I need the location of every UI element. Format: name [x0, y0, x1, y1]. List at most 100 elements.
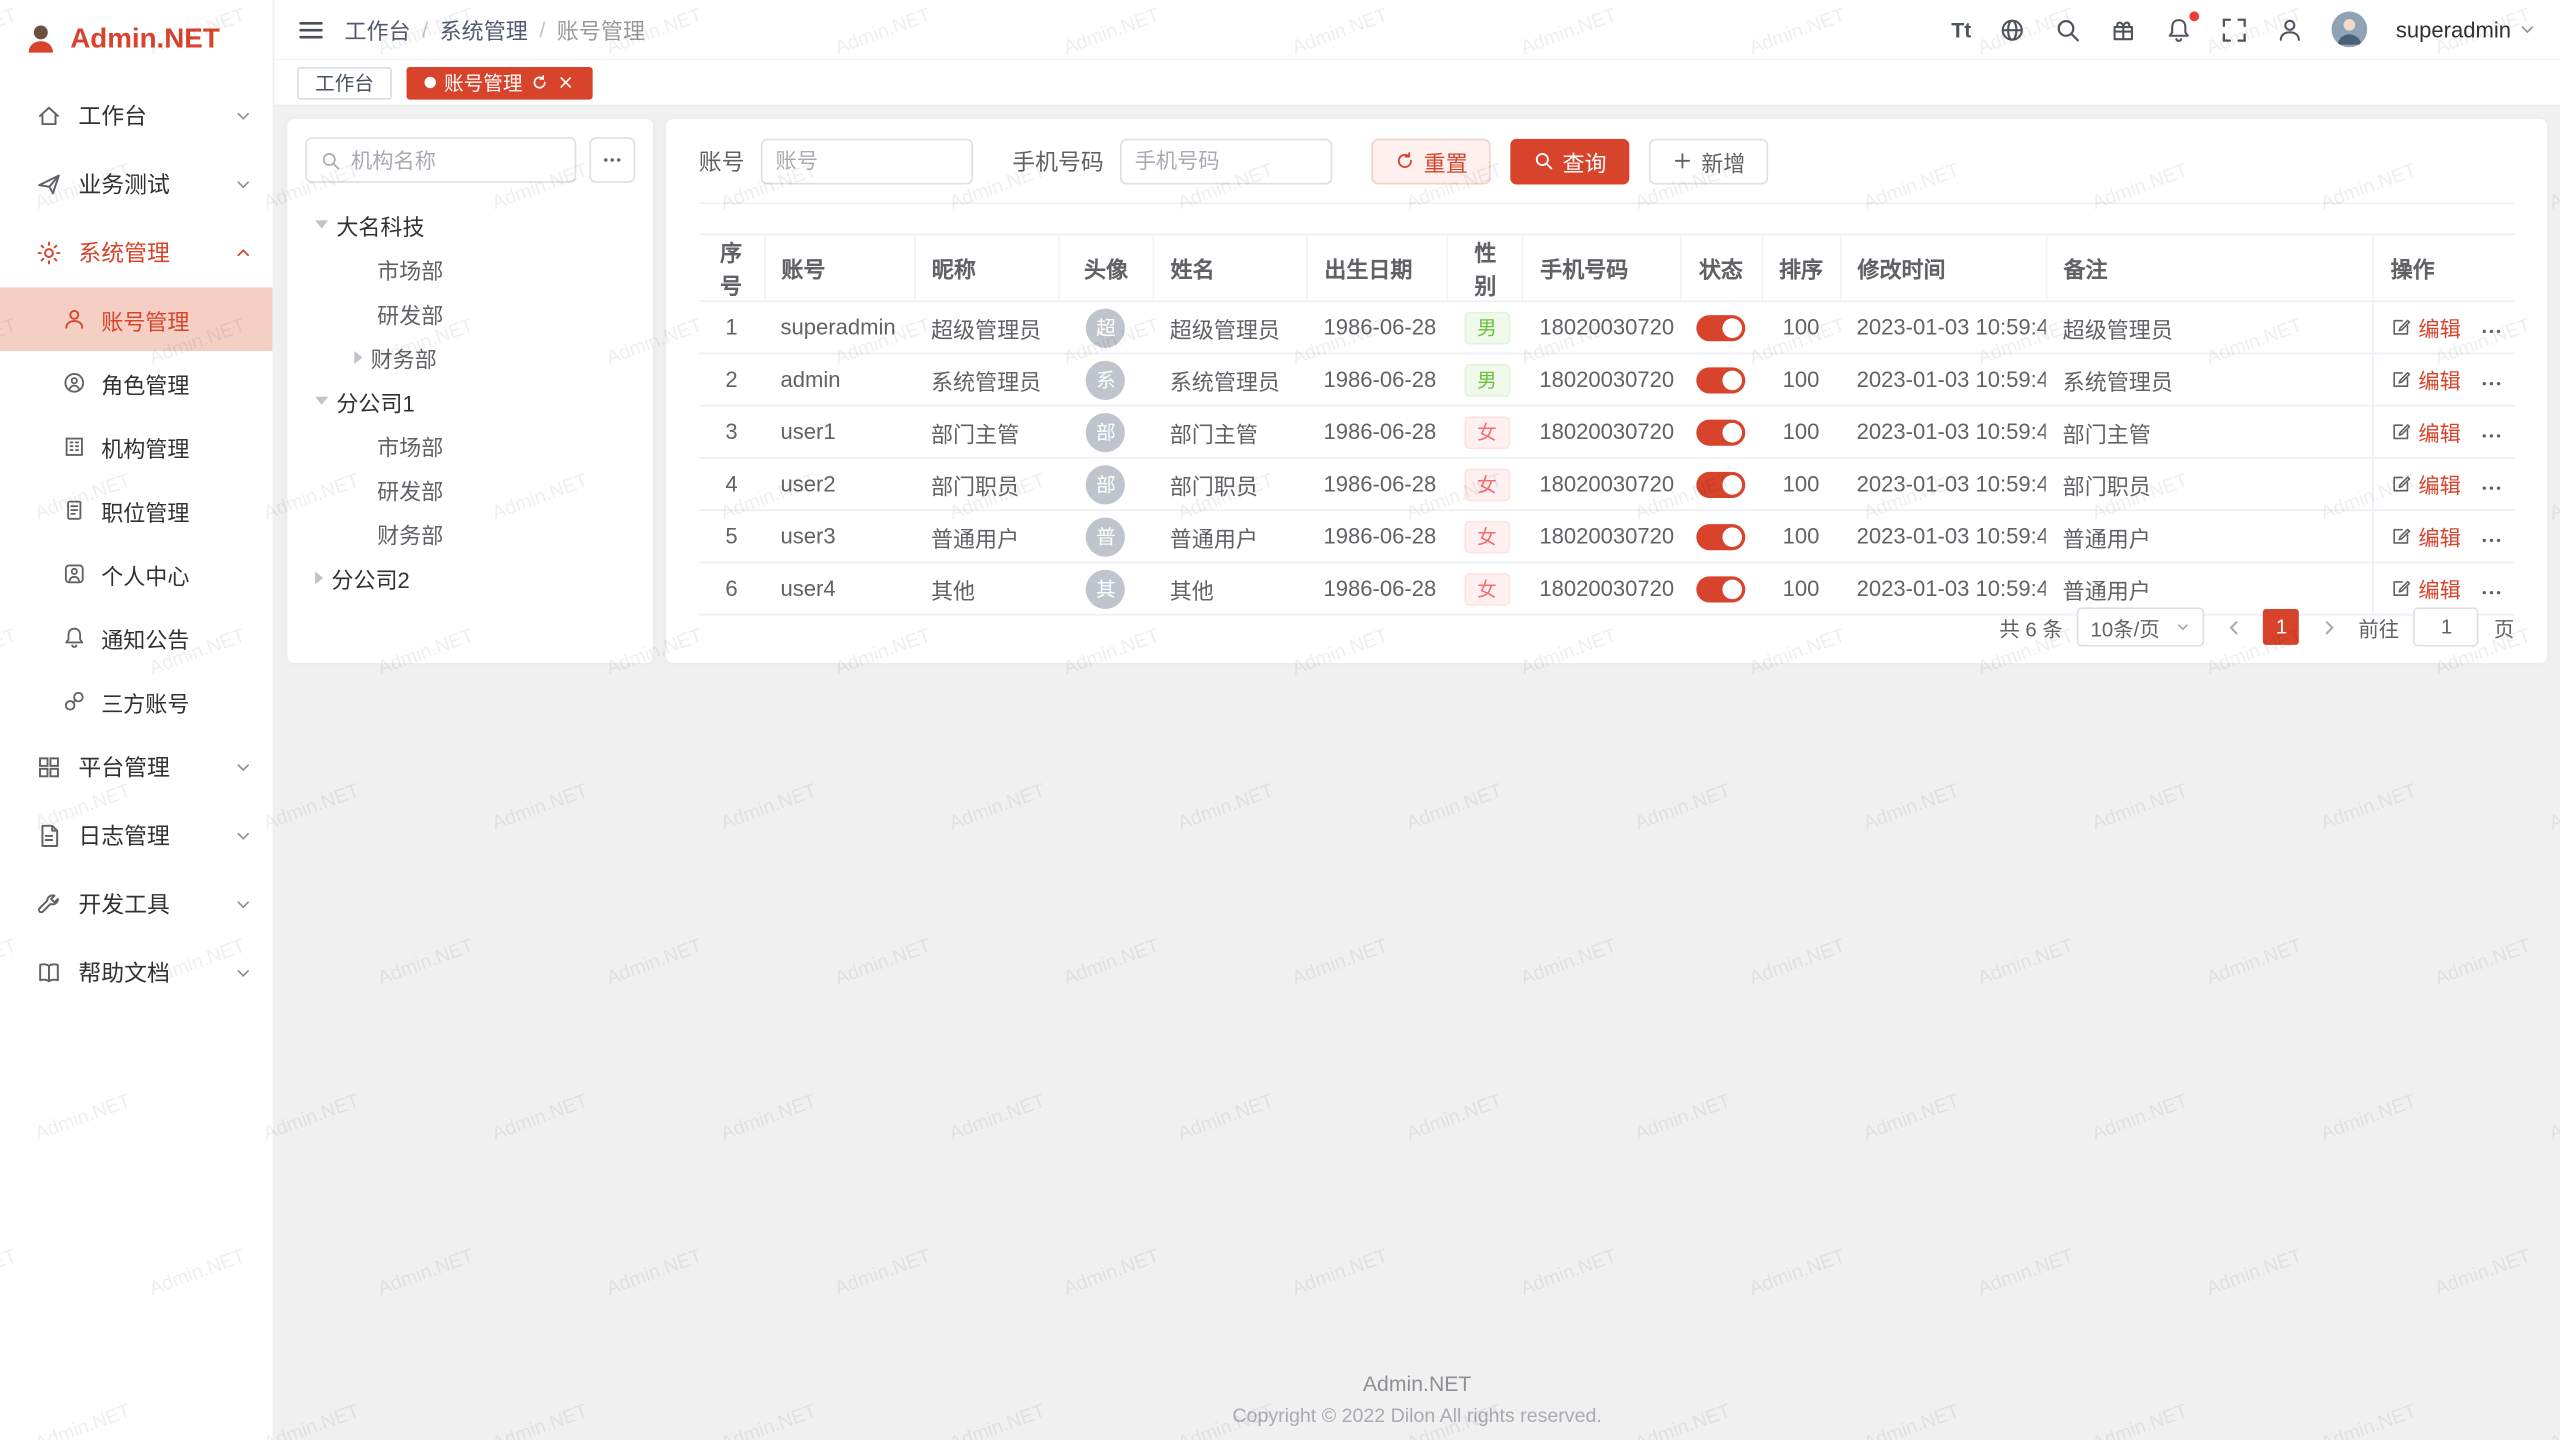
caret-right-icon[interactable]: [315, 571, 323, 584]
gift-icon[interactable]: [2110, 16, 2138, 44]
tree-node[interactable]: 市场部: [305, 247, 635, 291]
status-toggle[interactable]: [1696, 419, 1745, 445]
cell-no: 2: [699, 353, 764, 405]
cell-modified: 2023-01-03 10:59:44: [1840, 406, 2046, 458]
tree-node[interactable]: 财务部: [305, 511, 635, 555]
sidebar-item-org-mgmt[interactable]: 机构管理: [0, 415, 273, 479]
tree-node-label: 财务部: [371, 340, 437, 373]
tree-node[interactable]: 市场部: [305, 423, 635, 467]
globe-icon[interactable]: [1999, 16, 2027, 44]
edit-button[interactable]: 编辑: [2391, 520, 2461, 551]
search-icon: [320, 149, 341, 170]
goto-label: 前往: [2358, 611, 2399, 642]
prev-page-button[interactable]: [2220, 612, 2249, 641]
font-size-icon[interactable]: Tt: [1951, 16, 1971, 44]
cell-sex: 女: [1448, 406, 1523, 458]
cell-modified: 2023-01-03 10:59:44: [1840, 301, 2046, 353]
tree-node[interactable]: 研发部: [305, 467, 635, 511]
cell-sort: 100: [1762, 458, 1840, 510]
tree-node[interactable]: 大名科技: [305, 202, 635, 246]
caret-down-icon[interactable]: [315, 397, 328, 405]
more-actions-button[interactable]: [2480, 320, 2503, 343]
edit-button[interactable]: 编辑: [2391, 416, 2461, 447]
next-page-button[interactable]: [2314, 612, 2343, 641]
breadcrumb-item[interactable]: 工作台: [344, 13, 410, 46]
page-unit-label: 页: [2494, 611, 2514, 642]
sidebar-item-position-mgmt[interactable]: 职位管理: [0, 478, 273, 542]
caret-right-icon[interactable]: [354, 350, 362, 363]
cell-actions: 编辑: [2373, 458, 2514, 510]
status-toggle[interactable]: [1696, 576, 1745, 602]
more-actions-button[interactable]: [2480, 582, 2503, 605]
more-actions-button[interactable]: [2480, 425, 2503, 448]
tab-workbench[interactable]: 工作台: [297, 66, 392, 99]
goto-page-input[interactable]: [2414, 607, 2479, 646]
notification-bell-icon[interactable]: [2166, 16, 2194, 44]
search-icon[interactable]: [2055, 16, 2083, 44]
page-size-select[interactable]: 10条/页: [2078, 607, 2205, 646]
sidebar-item-third-party-account[interactable]: 三方账号: [0, 669, 273, 733]
account-label: 账号: [699, 144, 745, 177]
sidebar-menu: 工作台 业务测试 系统管理 账号管理: [0, 78, 273, 1007]
sidebar-item-account-mgmt[interactable]: 账号管理: [0, 287, 273, 351]
sidebar-item-platform-mgmt[interactable]: 平台管理: [0, 733, 273, 802]
logo-row: Admin.NET: [0, 0, 273, 78]
hamburger-menu-icon[interactable]: [297, 16, 325, 44]
tree-node[interactable]: 分公司1: [305, 379, 635, 423]
edit-button[interactable]: 编辑: [2391, 573, 2461, 604]
cell-name: 普通用户: [1153, 510, 1307, 562]
add-button[interactable]: 新增: [1649, 138, 1768, 184]
sidebar-item-help-docs[interactable]: 帮助文档: [0, 939, 273, 1008]
cell-avatar: 部: [1059, 458, 1154, 510]
user-menu[interactable]: superadmin: [2396, 17, 2537, 41]
avatar[interactable]: [2332, 11, 2368, 47]
org-search-input[interactable]: [351, 148, 562, 172]
user-panel-icon[interactable]: [2277, 16, 2305, 44]
refresh-icon[interactable]: [531, 73, 549, 91]
fullscreen-icon[interactable]: [2221, 16, 2249, 44]
tree-node[interactable]: 财务部: [305, 335, 635, 379]
close-icon[interactable]: [557, 73, 575, 91]
sidebar-item-workbench[interactable]: 工作台: [0, 82, 273, 151]
sidebar-item-system-mgmt[interactable]: 系统管理: [0, 219, 273, 288]
page-number-button[interactable]: 1: [2264, 609, 2300, 645]
tree-node[interactable]: 分公司2: [305, 555, 635, 599]
link-icon: [62, 689, 86, 713]
phone-label: 手机号码: [1012, 144, 1103, 177]
caret-down-icon[interactable]: [315, 220, 328, 228]
row-avatar: 系: [1086, 360, 1125, 399]
sidebar-item-dev-tools[interactable]: 开发工具: [0, 870, 273, 939]
status-toggle[interactable]: [1696, 367, 1745, 393]
sidebar-item-log-mgmt[interactable]: 日志管理: [0, 802, 273, 871]
status-toggle[interactable]: [1696, 524, 1745, 550]
tab-account-mgmt[interactable]: 账号管理: [407, 66, 593, 99]
more-actions-button[interactable]: [2480, 373, 2503, 396]
edit-button[interactable]: 编辑: [2391, 364, 2461, 395]
tree-node[interactable]: 研发部: [305, 291, 635, 335]
more-actions-button[interactable]: [2480, 529, 2503, 552]
reset-button[interactable]: 重置: [1371, 138, 1490, 184]
phone-input[interactable]: [1120, 138, 1332, 184]
sidebar-item-role-mgmt[interactable]: 角色管理: [0, 351, 273, 415]
accounts-table: 序号 账号 昵称 头像 姓名 出生日期 性别 手机号码 状态 排序: [699, 233, 2515, 615]
sidebar-item-label: 日志管理: [78, 820, 217, 853]
tree-node-label: 分公司1: [336, 384, 414, 417]
column-header: 手机号码: [1523, 234, 1680, 301]
sidebar-item-personal-center[interactable]: 个人中心: [0, 542, 273, 606]
cell-account: user1: [764, 406, 914, 458]
breadcrumb-item[interactable]: 系统管理: [440, 13, 528, 46]
bell-icon: [62, 625, 86, 649]
tree-more-button[interactable]: [589, 137, 635, 183]
status-toggle[interactable]: [1696, 315, 1745, 341]
sidebar-item-business-test[interactable]: 业务测试: [0, 150, 273, 219]
sidebar-item-notice[interactable]: 通知公告: [0, 606, 273, 670]
edit-button[interactable]: 编辑: [2391, 311, 2461, 342]
more-actions-button[interactable]: [2480, 477, 2503, 500]
edit-button[interactable]: 编辑: [2391, 468, 2461, 499]
search-button[interactable]: 查询: [1510, 138, 1629, 184]
cell-sex: 女: [1448, 458, 1523, 510]
wrench-icon: [36, 891, 62, 917]
account-input[interactable]: [761, 138, 973, 184]
cell-status: [1680, 458, 1762, 510]
status-toggle[interactable]: [1696, 471, 1745, 497]
